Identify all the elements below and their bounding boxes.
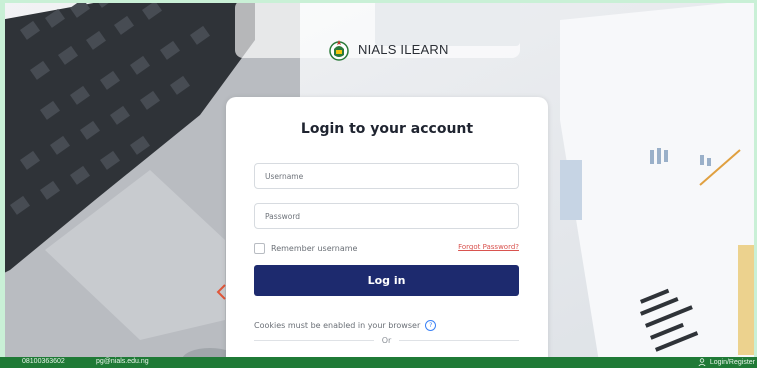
help-circle-icon[interactable]: ? (425, 320, 437, 331)
username-input[interactable] (254, 163, 519, 189)
footer-bar: 08100363602 pg@nials.edu.ng Login/Regist… (0, 357, 757, 368)
cookies-text: Cookies must be enabled in your browser (254, 321, 421, 330)
brand-name: NIALS ILEARN (358, 41, 449, 57)
divider-line-right (399, 340, 519, 341)
divider-line-left (254, 340, 374, 341)
login-register-link[interactable]: Login/Register (698, 358, 755, 366)
remember-username[interactable]: Remember username (254, 243, 357, 254)
password-input[interactable] (254, 203, 519, 229)
remember-label: Remember username (271, 244, 358, 253)
or-label: Or (381, 336, 392, 345)
login-register-label: Login/Register (709, 358, 755, 366)
cookies-notice: Cookies must be enabled in your browser … (254, 320, 437, 331)
login-button[interactable]: Log in (254, 265, 519, 296)
forgot-password-link[interactable]: Forgot Password? (458, 243, 519, 251)
login-title: Login to your account (300, 121, 474, 137)
or-divider: Or (254, 336, 519, 345)
user-icon (698, 358, 706, 366)
site-brand[interactable]: NIALS ILEARN (328, 37, 449, 61)
footer-phone[interactable]: 08100363602 (22, 358, 65, 365)
nials-logo-icon (329, 40, 349, 61)
remember-checkbox[interactable] (254, 243, 265, 254)
footer-email[interactable]: pg@nials.edu.ng (96, 358, 149, 365)
login-card: Login to your account Remember username … (226, 97, 548, 367)
